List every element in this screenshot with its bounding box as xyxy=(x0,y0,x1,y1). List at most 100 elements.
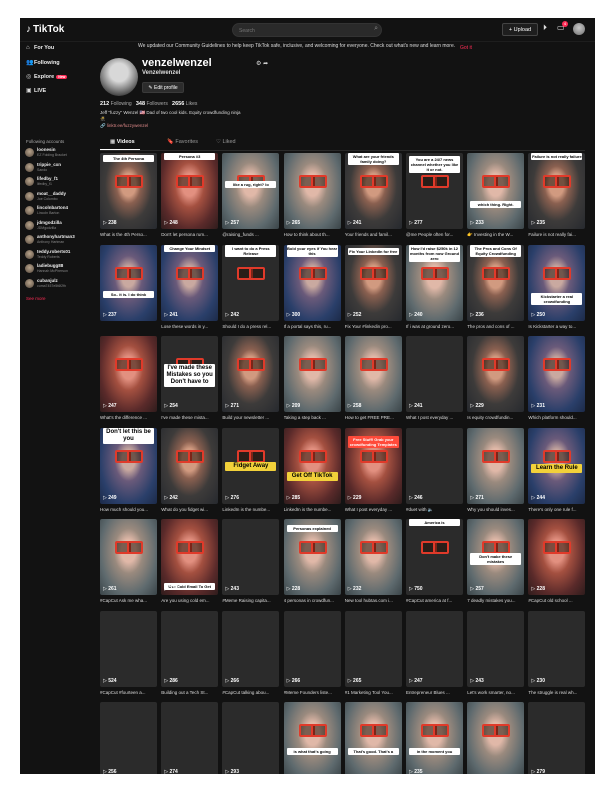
video-card[interactable]: How I'd raise $250k in 12 months from no… xyxy=(406,244,463,331)
video-thumbnail[interactable]: ▷ 524 xyxy=(100,610,157,687)
video-card[interactable]: ▷ 243 Let's work smarter, no... xyxy=(467,610,525,697)
video-thumbnail[interactable]: in the moment you ▷ 235 xyxy=(406,702,463,774)
upload-button[interactable]: + Upload xyxy=(502,23,538,36)
video-title[interactable]: Are you using cold em... xyxy=(161,598,218,603)
video-thumbnail[interactable]: ▷ 242 xyxy=(161,427,219,504)
video-thumbnail[interactable]: America is ▷ 750 xyxy=(406,519,463,595)
video-thumbnail[interactable]: ▷ 246 xyxy=(406,427,463,504)
video-thumbnail[interactable]: Get Off TikTok ▷ 285 xyxy=(283,427,341,504)
video-card[interactable]: Fix Your LinkedIn for free ▷ 252 Fix Your … xyxy=(344,244,402,331)
video-title[interactable]: #CapCut Ask me wha... xyxy=(100,598,157,603)
video-card[interactable]: Learn the Rule ▷ 244 There's only one rule… xyxy=(528,427,586,514)
video-thumbnail[interactable]: Kickstarter a real crowdfunding ▷ 250 xyxy=(528,244,586,321)
video-thumbnail[interactable]: which thing. Right. ▷ 233 xyxy=(467,153,525,229)
tab-liked[interactable]: ♡ Liked xyxy=(216,139,236,145)
video-title[interactable]: 7 deadly mistakes you... xyxy=(467,598,524,603)
video-title[interactable]: If a portal says this, ru... xyxy=(284,324,341,329)
video-card[interactable]: in the moment you ▷ 235 xyxy=(406,702,463,774)
video-card[interactable]: ▷ 261 #CapCut Ask me wha... xyxy=(100,519,157,605)
following-count[interactable]: 212 xyxy=(100,101,109,107)
video-card[interactable]: ▷ 271 Build your newsletter ... xyxy=(222,336,280,422)
video-card[interactable]: ▷ 247 Entrepreneur Blues ... xyxy=(406,610,463,697)
search-icon[interactable]: ⌕ xyxy=(374,25,378,33)
video-thumbnail[interactable]: like a rug, right? lo ▷ 257 xyxy=(222,153,280,229)
video-thumbnail[interactable]: ▷ 247 xyxy=(406,610,463,687)
profile-link[interactable]: 🔗 linktr.ee/fuzzywenzel xyxy=(100,123,148,129)
video-thumbnail[interactable]: Persona #3 ▷ 248 xyxy=(161,153,219,229)
video-title[interactable]: 4 personas in crowdfun... xyxy=(284,598,341,603)
video-card[interactable]: ▷ 209 Taking a step back ... xyxy=(283,336,341,422)
video-thumbnail[interactable]: ▷ 241 xyxy=(406,336,463,412)
video-card[interactable]: America is ▷ 750 #CapCut america at f... xyxy=(406,519,463,605)
video-thumbnail[interactable]: ▷ 229 xyxy=(467,336,525,412)
video-thumbnail[interactable]: Use Cold Email To Get ▷ 238 xyxy=(161,519,219,595)
video-thumbnail[interactable]: You are a 24/7 news channel whether you … xyxy=(406,153,463,229)
video-title[interactable]: #duet with 🔈 xyxy=(406,507,463,513)
video-card[interactable]: ▷ 271 Why you should inves... xyxy=(467,427,525,514)
video-title[interactable]: Your friends and famil... xyxy=(345,232,402,237)
video-card[interactable]: ▷ 293 xyxy=(222,702,280,774)
video-thumbnail[interactable]: ▷ 271 xyxy=(467,427,525,504)
video-title[interactable]: Is equity crowdfundin... xyxy=(467,415,524,420)
video-card[interactable]: The Pros and Cons Of Equity Crowdfunding… xyxy=(467,244,525,331)
video-card[interactable]: Personas explained ▷ 228 4 personas in cro… xyxy=(283,519,341,605)
video-title[interactable]: Don't let persona rum... xyxy=(161,232,218,237)
video-thumbnail[interactable]: Learn the Rule ▷ 244 xyxy=(528,427,586,504)
video-card[interactable]: What are your friends family doing? ▷ 241… xyxy=(344,153,402,239)
video-thumbnail[interactable]: Free Stuff! Grab your crowdfunding Templ… xyxy=(344,427,402,504)
video-card[interactable]: Get Off TikTok ▷ 285 LinkedIn is the numbe… xyxy=(283,427,341,514)
video-card[interactable]: ▷ 286 Building out a Tech St... xyxy=(161,610,219,697)
following-account[interactable]: lincolnbarton4 Lincoln Barton xyxy=(25,205,93,217)
tab-videos[interactable]: ▦ Videos xyxy=(110,139,135,145)
video-card[interactable]: I've made these Mistakes so you Don't ha… xyxy=(161,336,219,422)
video-title[interactable]: Building out a Tech St... xyxy=(161,690,218,695)
video-card[interactable]: The 4th Persona ▷ 238 What is the 4th Pers… xyxy=(100,153,157,239)
video-card[interactable]: ▷ 266 #CapCut talking abou... xyxy=(222,610,280,697)
video-thumbnail[interactable]: I want to do a Press Release ▷ 242 xyxy=(222,244,280,321)
edit-profile-button[interactable]: ✎ Edit profile xyxy=(142,82,184,93)
following-account[interactable]: trippie_cxn Sando xyxy=(25,162,93,174)
video-card[interactable]: like a rug, right? lo ▷ 257 @raising_funds… xyxy=(222,153,280,239)
video-thumbnail[interactable]: ▷ 266 xyxy=(222,610,280,687)
send-icon[interactable]: ⏵ xyxy=(543,23,547,33)
tab-favorites[interactable]: 🔖 Favorites xyxy=(167,139,198,145)
video-title[interactable]: Should I do a press rel... xyxy=(222,324,279,329)
video-card[interactable]: ▷ 230 The struggle is real wh... xyxy=(528,610,586,697)
video-title[interactable]: Which platform should... xyxy=(528,415,585,420)
video-title[interactable]: There's only one rule f... xyxy=(528,507,585,512)
video-title[interactable]: I've made these mista... xyxy=(161,415,218,420)
followers-count[interactable]: 348 xyxy=(136,101,145,107)
video-thumbnail[interactable]: What are your friends family doing? ▷ 241 xyxy=(344,153,402,229)
video-thumbnail[interactable]: ▷ 274 xyxy=(161,702,219,774)
video-card[interactable]: ▷ 246 #duet with 🔈 xyxy=(406,427,463,514)
video-thumbnail[interactable]: Personas explained ▷ 228 xyxy=(283,519,341,595)
video-card[interactable]: Bold your eyes if You hear this ▷ 300 If a… xyxy=(283,244,341,331)
video-title[interactable]: The pros and cons of ... xyxy=(467,324,524,329)
video-card[interactable]: which thing. Right. ▷ 233 👉 Investing in t… xyxy=(467,153,525,239)
video-title[interactable]: #Meme Founders liste... xyxy=(284,690,341,695)
video-card[interactable]: I want to do a Press Release ▷ 242 Should … xyxy=(222,244,280,331)
video-title[interactable]: What I post everyday ... xyxy=(406,415,463,420)
video-card[interactable]: ▷ 228 #CapCut old school ... xyxy=(528,519,586,605)
video-title[interactable]: How much should you... xyxy=(100,507,157,512)
following-account[interactable]: anthonyhartman3 Anthony Hartman xyxy=(25,234,93,246)
video-thumbnail[interactable]: ▷ 243 xyxy=(222,519,280,595)
video-card[interactable]: Use Cold Email To Get ▷ 238 Are you using … xyxy=(161,519,219,605)
video-thumbnail[interactable]: Fidget Away ▷ 276 xyxy=(222,427,280,504)
video-title[interactable]: Entrepreneur Blues ... xyxy=(406,690,463,695)
video-card[interactable]: ▷ 279 xyxy=(528,702,586,774)
video-card[interactable]: ▷ 266 #Meme Founders liste... xyxy=(283,610,341,697)
video-title[interactable]: Why you should inves... xyxy=(467,507,524,512)
video-thumbnail[interactable]: ▷ 265 xyxy=(344,610,402,687)
following-account[interactable]: loonesin EZ Folding Bracket xyxy=(25,147,93,159)
video-thumbnail[interactable]: Bold your eyes if You hear this ▷ 300 xyxy=(283,244,341,321)
video-card[interactable]: ▷ 242 What do you fidget wi... xyxy=(161,427,219,514)
video-title[interactable]: LinkedIn is the numbe... xyxy=(222,507,279,512)
video-card[interactable]: You are a 24/7 news channel whether you … xyxy=(406,153,463,239)
video-card[interactable]: So.. it is. I do think ▷ 237 xyxy=(100,244,157,331)
video-thumbnail[interactable]: Change Your Mindset ▷ 241 xyxy=(161,244,219,321)
video-title[interactable]: #Meme Raising capita... xyxy=(222,598,279,603)
video-thumbnail[interactable]: ▷ 258 xyxy=(344,336,402,412)
video-title[interactable]: Failure is not really fai... xyxy=(528,232,585,237)
video-card[interactable]: That's good. That's a xyxy=(344,702,402,774)
